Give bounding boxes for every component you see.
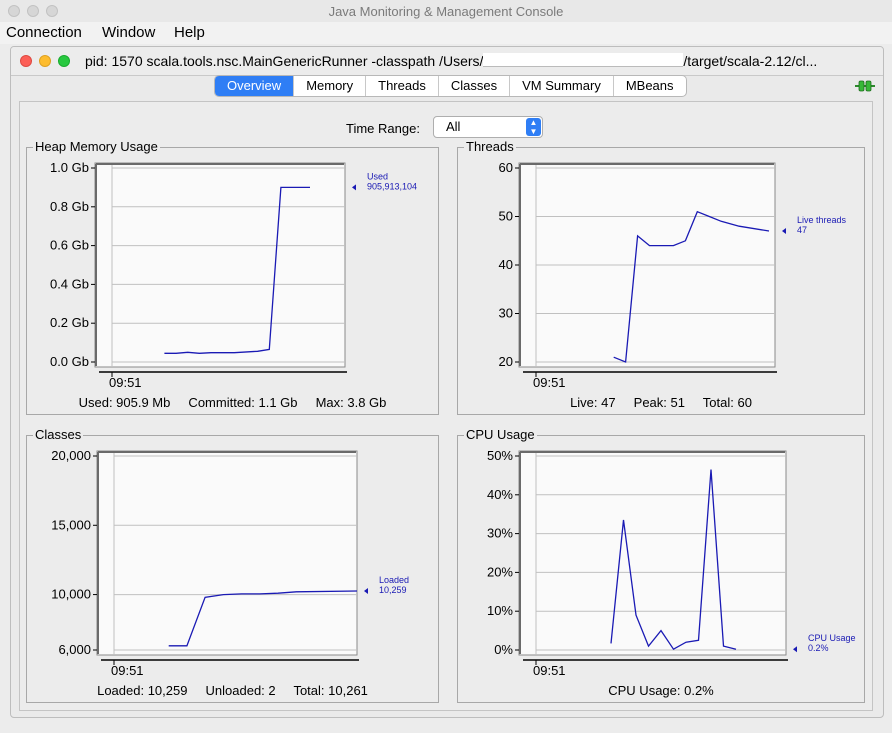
cpu-usage-chart: 50% 40% 30% 20% 10% 0% 09:51 CPU Usage0.2% — [487, 448, 856, 678]
tab-vm-summary[interactable]: VM Summary — [509, 76, 613, 96]
tab-classes[interactable]: Classes — [437, 76, 509, 96]
cpu-usage-footer: CPU Usage: 0.2% — [608, 683, 714, 698]
y-tick-label: 40 — [499, 257, 513, 272]
tab-threads[interactable]: Threads — [365, 76, 438, 96]
y-tick-label: 0.0 Gb — [50, 354, 89, 369]
y-tick-label: 0.2 Gb — [50, 315, 89, 330]
x-tick-label: 09:51 — [533, 663, 566, 678]
redacted-path — [483, 53, 684, 67]
x-tick-label: 09:51 — [111, 663, 144, 678]
heap-memory-panel: Heap Memory Usage 1.0 Gb 0.8 Gb 0.6 Gb 0.4 … — [26, 139, 439, 415]
tab-bar: Overview Memory Threads Classes VM Summa… — [214, 75, 687, 97]
plot-area — [94, 162, 346, 368]
close-frame-button[interactable] — [20, 55, 32, 67]
legend-series-name: Loaded — [379, 575, 409, 585]
connection-frame-titlebar: pid: 1570 scala.tools.nsc.MainGenericRun… — [11, 47, 883, 76]
y-tick-label: 20% — [487, 564, 513, 579]
tab-memory[interactable]: Memory — [293, 76, 365, 96]
y-tick-label: 10% — [487, 603, 513, 618]
time-range-select[interactable]: All ▲ ▼ — [433, 116, 543, 138]
window-titlebar: Java Monitoring & Management Console — [0, 0, 892, 23]
menu-bar: Connection Window Help — [0, 22, 892, 44]
threads-panel: Threads 60 50 40 30 20 09:51 Live threads 47 Li… — [457, 139, 865, 415]
connection-frame-title: pid: 1570 scala.tools.nsc.MainGenericRun… — [85, 53, 875, 69]
y-tick-label: 20,000 — [51, 448, 91, 463]
menu-connection[interactable]: Connection — [6, 24, 82, 41]
legend-series-name: Live threads — [797, 215, 847, 225]
legend-series-name: Used — [367, 171, 388, 181]
menu-help[interactable]: Help — [174, 24, 205, 41]
heap-memory-footer: Used: 905.9 Mb Committed: 1.1 Gb Max: 3.… — [78, 395, 387, 410]
y-tick-label: 50% — [487, 448, 513, 463]
plot-area — [96, 450, 358, 656]
plot-area — [518, 450, 787, 656]
legend-series-value: 905,913,104 — [367, 181, 417, 191]
time-range-value: All — [446, 119, 461, 134]
y-tick-label: 40% — [487, 487, 513, 502]
time-range-label: Time Range: — [346, 121, 420, 136]
y-tick-label: 0.4 Gb — [50, 276, 89, 291]
legend-series-name: CPU Usage — [808, 633, 856, 643]
threads-chart: 60 50 40 30 20 09:51 Live threads47 — [499, 160, 847, 390]
legend-arrow-icon — [352, 184, 356, 191]
classes-footer: Loaded: 10,259 Unloaded: 2 Total: 10,261 — [97, 683, 368, 698]
y-tick-label: 30 — [499, 306, 513, 321]
maximize-frame-button[interactable] — [58, 55, 70, 67]
y-tick-label: 10,000 — [51, 587, 91, 602]
legend-series-value: 10,259 — [379, 585, 407, 595]
y-tick-label: 0% — [494, 642, 513, 657]
y-tick-label: 0.8 Gb — [50, 199, 89, 214]
chevron-up-down-icon: ▲ ▼ — [526, 118, 541, 136]
classes-panel: Classes 20,000 15,000 10,000 6,000 09:51 Load… — [26, 427, 439, 703]
y-tick-label: 20 — [499, 354, 513, 369]
legend-arrow-icon — [364, 587, 368, 594]
classes-chart: 20,000 15,000 10,000 6,000 09:51 Loaded10,259 — [51, 448, 409, 678]
x-tick-label: 09:51 — [109, 375, 142, 390]
overview-content: Time Range: All ▲ ▼ Heap Memory Usage 1.0… — [19, 101, 873, 711]
y-tick-label: 0.6 Gb — [50, 238, 89, 253]
title-suffix: /target/scala-2.12/cl... — [683, 53, 818, 69]
window-title: Java Monitoring & Management Console — [328, 4, 564, 19]
connection-status-icon — [855, 80, 875, 92]
minimize-frame-button[interactable] — [39, 55, 51, 67]
tab-mbeans[interactable]: MBeans — [612, 76, 686, 96]
heap-memory-chart: 1.0 Gb 0.8 Gb 0.6 Gb 0.4 Gb 0.2 Gb 0.0 Gb 09:5… — [50, 160, 417, 390]
x-tick-label: 09:51 — [533, 375, 566, 390]
tab-overview[interactable]: Overview — [215, 76, 294, 96]
y-tick-label: 30% — [487, 526, 513, 541]
legend-series-value: 0.2% — [808, 643, 829, 653]
y-tick-label: 6,000 — [58, 642, 91, 657]
legend-arrow-icon — [793, 646, 797, 653]
y-tick-label: 1.0 Gb — [50, 160, 89, 175]
legend-arrow-icon — [782, 228, 786, 235]
legend-series-value: 47 — [797, 225, 807, 235]
y-tick-label: 50 — [499, 209, 513, 224]
menu-window[interactable]: Window — [102, 24, 155, 41]
cpu-usage-panel: CPU Usage 50% 40% 30% 20% 10% 0% 09:51 CPU Usag… — [457, 427, 865, 703]
threads-footer: Live: 47 Peak: 51 Total: 60 — [570, 395, 752, 410]
title-prefix: pid: 1570 scala.tools.nsc.MainGenericRun… — [85, 53, 484, 69]
y-tick-label: 60 — [499, 160, 513, 175]
y-tick-label: 15,000 — [51, 517, 91, 532]
connection-frame: pid: 1570 scala.tools.nsc.MainGenericRun… — [10, 46, 884, 718]
